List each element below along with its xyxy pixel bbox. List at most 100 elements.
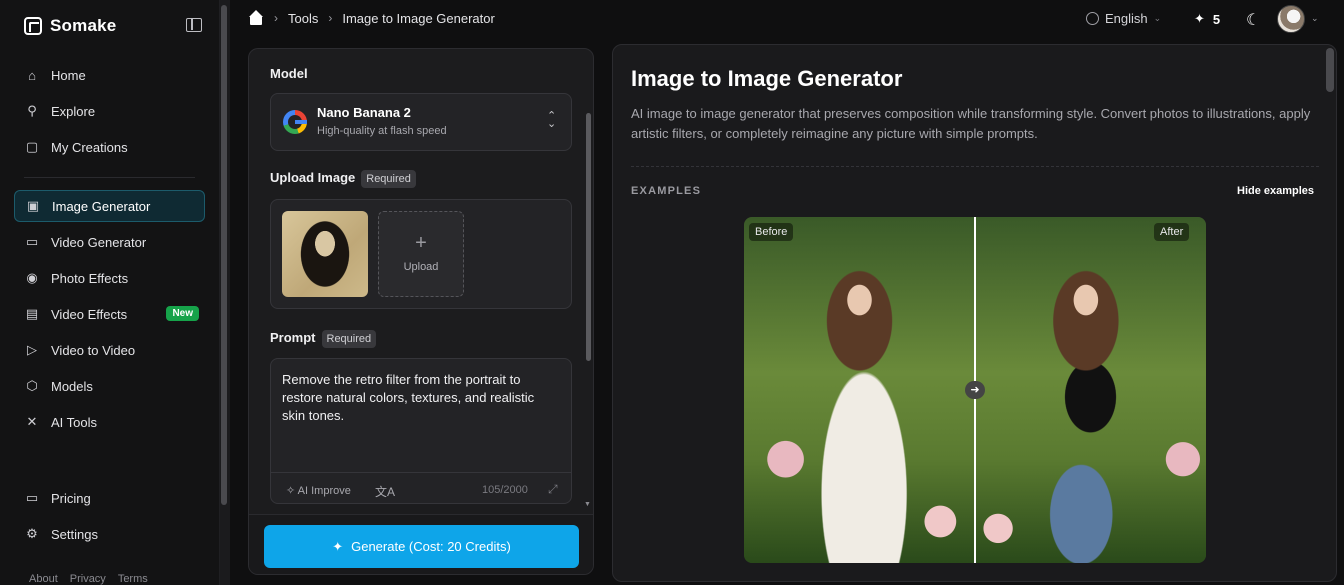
book-icon: ▢ (25, 139, 39, 154)
language-label: English (1105, 11, 1148, 26)
sidebar-item-label: Settings (51, 526, 98, 542)
sidebar-item-image-generator[interactable]: ▣ Image Generator (14, 190, 205, 222)
prompt-label: Prompt Required (270, 330, 377, 348)
sidebar-item-label: Explore (51, 103, 96, 119)
after-tag: After (1154, 223, 1190, 241)
sidebar: Somake ⌂ Home ⚲ Explore ▢ My Creations ▣… (0, 0, 220, 585)
sidebar-item-explore[interactable]: ⚲ Explore (14, 95, 205, 127)
page-title: Image to Image Generator (631, 66, 903, 91)
uploaded-image-thumbnail[interactable] (282, 211, 368, 297)
avatar[interactable] (1277, 5, 1305, 33)
sidebar-item-video-to-video[interactable]: ▷ Video to Video (14, 334, 205, 366)
chevron-right-icon: › (328, 11, 333, 25)
expand-icon[interactable]: ⤢ (548, 482, 558, 497)
after-image (975, 217, 1206, 563)
sidebar-nav-bottom: ▭ Pricing ⚙ Settings (14, 482, 205, 554)
prompt-text[interactable]: Remove the retro filter from the portrai… (282, 371, 558, 425)
card-icon: ▭ (25, 490, 39, 505)
sidebar-item-video-generator[interactable]: ▭ Video Generator (14, 226, 205, 258)
sidebar-item-pricing[interactable]: ▭ Pricing (14, 482, 205, 514)
before-after-comparison[interactable]: ➜ Before After (744, 217, 1206, 563)
language-selector[interactable]: English ⌄ (1086, 11, 1161, 26)
examples-label: EXAMPLES (631, 185, 702, 197)
model-selector[interactable]: Nano Banana 2 High-quality at flash spee… (270, 93, 572, 151)
before-tag: Before (749, 223, 794, 241)
character-counter: 105/2000 (482, 484, 528, 496)
sidebar-toggle-icon[interactable] (186, 18, 202, 32)
model-label: Model (270, 66, 308, 81)
moon-icon[interactable]: ☾ (1246, 10, 1260, 30)
hide-examples-button[interactable]: Hide examples (1237, 185, 1314, 197)
page-scrollbar-thumb[interactable] (1326, 48, 1334, 92)
sidebar-item-photo-effects[interactable]: ◉ Photo Effects (14, 262, 205, 294)
upload-area: + Upload (270, 199, 572, 309)
sidebar-item-label: Models (51, 378, 93, 394)
model-name: Nano Banana 2 (317, 105, 411, 120)
sidebar-scrollbar-thumb[interactable] (221, 5, 227, 505)
sidebar-item-label: Video to Video (51, 342, 136, 358)
sidebar-item-ai-tools[interactable]: ✕ AI Tools (14, 406, 205, 438)
chevron-right-icon: › (274, 11, 278, 25)
sidebar-item-home[interactable]: ⌂ Home (14, 59, 205, 91)
generate-button-label: Generate (Cost: 20 Credits) (351, 539, 511, 554)
before-image (744, 217, 975, 563)
generate-button[interactable]: ✦ Generate (Cost: 20 Credits) (264, 525, 579, 568)
cube-icon: ⬡ (26, 378, 38, 393)
prompt-toolbar: ✧ AI Improve 文A 105/2000 ⤢ (271, 472, 571, 504)
scroll-down-icon[interactable]: ▼ (584, 501, 591, 508)
footer-links: About Privacy Terms (29, 573, 148, 585)
tools-icon: ✕ (26, 414, 38, 429)
terms-link[interactable]: Terms (118, 573, 148, 585)
privacy-link[interactable]: Privacy (70, 573, 106, 585)
chevron-down-icon: ⌄ (1153, 13, 1162, 23)
about-link[interactable]: About (29, 573, 58, 585)
sidebar-nav-tools: ▣ Image Generator ▭ Video Generator ◉ Ph… (14, 190, 205, 442)
prompt-textarea[interactable]: Remove the retro filter from the portrai… (270, 358, 572, 504)
new-badge: New (166, 306, 199, 321)
required-badge: Required (321, 330, 377, 348)
sidebar-item-label: AI Tools (51, 414, 98, 430)
chevron-down-icon[interactable]: ⌄ (1311, 13, 1319, 24)
chevron-updown-icon: ⌃ ⌄ (547, 110, 557, 130)
sidebar-item-video-effects[interactable]: ▤ Video Effects New (14, 298, 205, 330)
credits-indicator[interactable]: ✦ 5 (1194, 11, 1220, 27)
sparkle-icon: ✧ (286, 485, 296, 497)
translate-icon[interactable]: 文A (375, 483, 395, 500)
gear-icon: ⚙ (26, 526, 38, 541)
brand-name: Somake (50, 16, 117, 35)
search-icon: ⚲ (27, 103, 37, 118)
sidebar-item-label: Home (51, 67, 86, 83)
breadcrumb: › Tools › Image to Image Generator (248, 10, 495, 26)
sidebar-item-label: Photo Effects (51, 270, 129, 286)
home-icon[interactable] (248, 10, 264, 26)
divider (631, 166, 1319, 167)
model-subtitle: High-quality at flash speed (317, 125, 447, 137)
sidebar-item-my-creations[interactable]: ▢ My Creations (14, 131, 205, 163)
required-badge: Required (361, 170, 416, 188)
drag-handle-icon[interactable]: ➜ (965, 381, 985, 399)
topbar: › Tools › Image to Image Generator Engli… (230, 0, 1344, 38)
form-scrollbar-thumb[interactable] (586, 113, 591, 361)
camera-icon: ◉ (26, 270, 38, 285)
sidebar-item-label: My Creations (51, 139, 128, 155)
home-icon: ⌂ (28, 67, 36, 83)
page-description: AI image to image generator that preserv… (631, 106, 1311, 141)
credits-count: 5 (1212, 11, 1221, 27)
breadcrumb-current: Image to Image Generator (342, 10, 495, 26)
sidebar-nav: ⌂ Home ⚲ Explore ▢ My Creations (14, 59, 205, 167)
sidebar-item-label: Pricing (51, 490, 91, 506)
logo-icon (24, 17, 42, 35)
ai-improve-button[interactable]: ✧ AI Improve (286, 484, 351, 497)
sidebar-item-label: Image Generator (52, 198, 151, 214)
info-panel: Image to Image Generator AI image to ima… (612, 44, 1337, 582)
breadcrumb-tools[interactable]: Tools (288, 11, 318, 26)
sidebar-item-label: Video Generator (51, 234, 147, 250)
sidebar-item-settings[interactable]: ⚙ Settings (14, 518, 205, 550)
upload-button[interactable]: + Upload (378, 211, 464, 297)
play-circle-icon: ▷ (27, 342, 37, 357)
nav-divider (24, 177, 195, 178)
sidebar-item-models[interactable]: ⬡ Models (14, 370, 205, 402)
image-icon: ▣ (26, 198, 40, 213)
brand[interactable]: Somake (24, 16, 116, 36)
sparkle-icon: ✦ (1194, 11, 1205, 26)
